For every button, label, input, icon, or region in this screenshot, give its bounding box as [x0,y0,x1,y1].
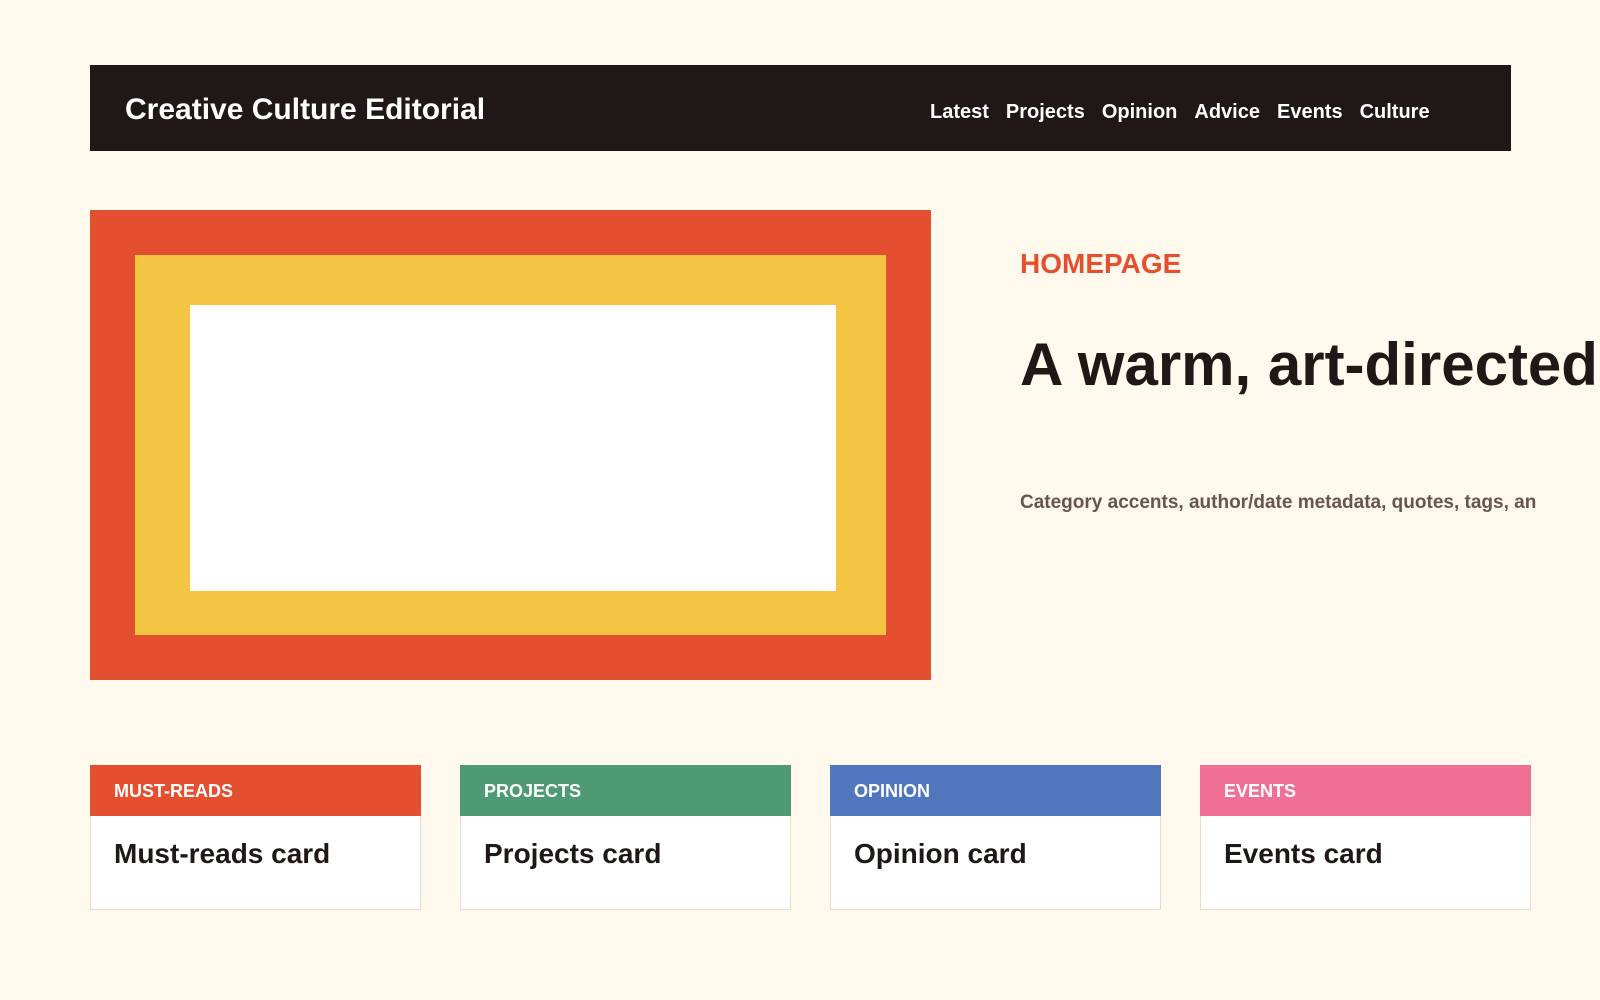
hero-headline: A warm, art-directed j [1020,331,1600,398]
site-header: Creative Culture Editorial Latest Projec… [90,65,1511,151]
nav-opinion[interactable]: Opinion [1102,100,1178,124]
card-category-label: OPINION [854,781,931,801]
nav-advice[interactable]: Advice [1194,100,1260,124]
card-title: Opinion card [854,838,1027,869]
main-navigation: Latest Projects Opinion Advice Events Cu… [930,100,1430,124]
card-title: Projects card [484,838,662,869]
card-category-label: PROJECTS [484,781,582,801]
card-title: Events card [1224,838,1383,869]
hero-kicker: HOMEPAGE [1020,248,1182,279]
card-category-label: EVENTS [1224,781,1297,801]
card-must-reads[interactable]: MUST-READS Must-reads card [90,765,421,910]
card-category-band: EVENTS [1200,765,1531,816]
card-title: Must-reads card [114,838,331,869]
nav-projects[interactable]: Projects [1006,100,1085,124]
card-category-band: MUST-READS [90,765,421,816]
hero-artwork-middle-frame [135,255,886,635]
card-category-band: OPINION [830,765,1161,816]
page: Creative Culture Editorial Latest Projec… [0,0,1600,1000]
card-events[interactable]: EVENTS Events card [1200,765,1531,910]
card-opinion[interactable]: OPINION Opinion card [830,765,1161,910]
card-projects[interactable]: PROJECTS Projects card [460,765,791,910]
hero-artwork-inner-panel [190,305,836,591]
card-category-label: MUST-READS [114,781,234,801]
hero-dek: Category accents, author/date metadata, … [1020,492,1537,513]
site-brand[interactable]: Creative Culture Editorial [125,92,485,128]
nav-events[interactable]: Events [1277,100,1343,124]
hero-artwork [90,210,931,680]
card-category-band: PROJECTS [460,765,791,816]
nav-latest[interactable]: Latest [930,100,989,124]
nav-culture[interactable]: Culture [1360,100,1430,124]
